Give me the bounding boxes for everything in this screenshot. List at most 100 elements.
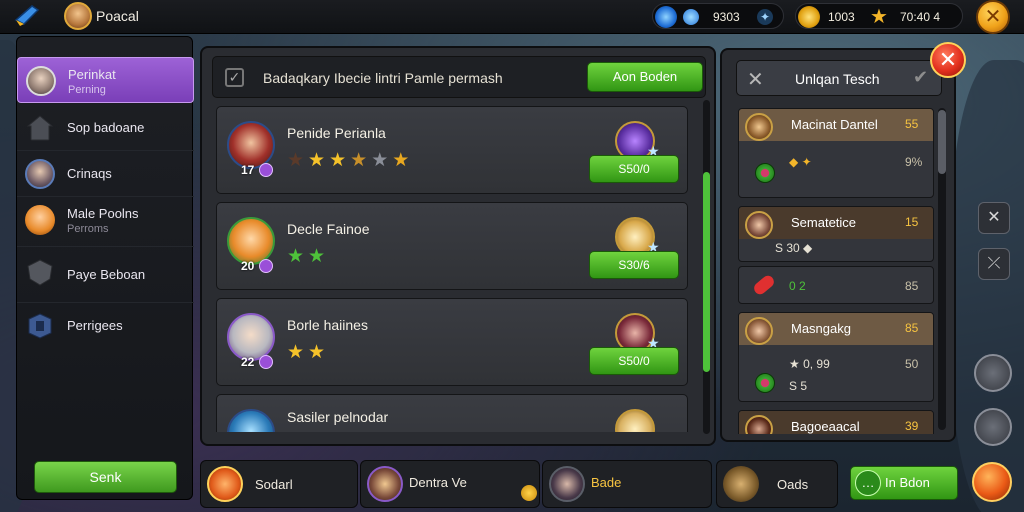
sidebar-item-sublabel: Perning (68, 84, 106, 96)
swap-tool-button[interactable]: ⤫ (978, 248, 1010, 280)
bottom-slot-label: Sodarl (255, 477, 293, 492)
hero-price-button[interactable]: S30/6 (589, 251, 679, 279)
select-all-checkbox[interactable]: ✓ (225, 68, 244, 87)
gold-counter[interactable]: 1003 ★ 70:40 4 (795, 3, 963, 29)
hero-helmet-icon[interactable] (974, 354, 1012, 392)
hero-price-button[interactable]: S50/0 (589, 155, 679, 183)
upgrade-detail: ◆ ✦ (789, 155, 812, 169)
hero-name: Borle haiines (287, 317, 368, 333)
energy-value: 70:40 4 (900, 10, 941, 24)
upgrade-card[interactable]: Sematetice 15 S 30 ◆ (738, 206, 934, 262)
upgrade-card[interactable]: Masngakg 85 ★ 0, 99 50 S 5 (738, 312, 934, 402)
star-energy-icon: ★ (870, 6, 888, 28)
check-icon[interactable]: ✔ (913, 67, 928, 88)
upgrade-number: 15 (905, 215, 919, 229)
hero-list-scrollbar[interactable] (703, 100, 710, 434)
hero-card[interactable]: 20 Decle Fainoe ★★ ★ S30/6 (216, 202, 688, 290)
upgrade-name: Masngakg (791, 321, 851, 336)
sidebar-item-male-poolns[interactable]: Male Poolns Perroms (17, 197, 194, 247)
sidebar-item-label: Perinkat (68, 67, 116, 82)
close-icon[interactable]: ✕ (976, 0, 1010, 34)
hero-card[interactable]: 22 Borle haiines ★★ ★ S50/0 (216, 298, 688, 386)
upgrade-number: 85 (905, 321, 919, 335)
close-panel-icon[interactable]: ✕ (930, 42, 966, 78)
upgrade-value: 85 (905, 279, 919, 293)
aon-boden-button[interactable]: Aon Boden (587, 62, 703, 92)
hero-portrait (227, 313, 275, 361)
upgrade-card[interactable]: Bagoeaacal 39 (738, 410, 934, 434)
shield-icon (27, 259, 53, 286)
bottom-slot-sodarl[interactable]: Sodarl (200, 460, 358, 508)
star-icon: ★ (392, 150, 414, 171)
chat-icon: … (855, 470, 881, 496)
star-icon: ★ (350, 150, 372, 171)
sidebar-item-paye-beboan[interactable]: Paye Beboan (17, 249, 194, 303)
upgrade-card[interactable]: Macinat Dantel 55 ◆ ✦ 9% (738, 108, 934, 198)
hero-price-button[interactable]: S50/0 (589, 347, 679, 375)
fox-hero-icon (25, 205, 55, 235)
hero-portrait (227, 409, 275, 432)
sidebar-item-sop-badoane[interactable]: Sop badoane (17, 105, 194, 151)
hero-portrait (227, 217, 275, 265)
upgrade-list: Macinat Dantel 55 ◆ ✦ 9% Sematetice 15 S… (738, 108, 938, 434)
red-potion-icon (751, 273, 777, 297)
panel-header: ✓ Badaqkary Ibecie lintri Pamle permash … (212, 56, 706, 98)
special-attack-icon[interactable] (972, 462, 1012, 502)
upgrade-value: 50 (905, 357, 919, 371)
hero-name: Penide Perianla (287, 125, 386, 141)
small-gem-icon (683, 9, 699, 25)
sidebar-item-label: Sop badoane (67, 120, 145, 135)
upgrade-list-scrollbar[interactable] (938, 108, 946, 430)
star-icon: ★ (308, 342, 330, 363)
gold-coin-icon (798, 6, 820, 28)
scrollbar-thumb[interactable] (703, 172, 710, 372)
bottom-slot-bade[interactable]: Bade (542, 460, 712, 508)
star-icon: ★ (287, 246, 309, 267)
in-bdon-button[interactable]: … In Bdon (850, 466, 958, 500)
add-gem-icon[interactable]: ✦ (757, 9, 773, 25)
sidebar-item-perrigees[interactable]: Perrigees (17, 303, 194, 349)
hero-card[interactable]: Sasiler pelnodar (216, 394, 688, 432)
sidebar-item-crinaqs[interactable]: Crinaqs (17, 151, 194, 197)
upgrade-card[interactable]: 0 2 85 (738, 266, 934, 304)
house-icon (26, 115, 54, 141)
upgrade-number: 55 (905, 117, 919, 131)
senk-button[interactable]: Senk (34, 461, 177, 493)
upgrade-detail-2: S 5 (789, 379, 808, 393)
cancel-tool-button[interactable]: ✕ (978, 202, 1010, 234)
bottom-slot-oads[interactable]: Oads (716, 460, 838, 508)
level-gem-icon (259, 259, 273, 273)
star-icon: ★ (287, 150, 309, 171)
bottom-slot-label: Dentra Ve (409, 475, 467, 490)
sidebar-item-label: Paye Beboan (67, 267, 146, 282)
bottom-slot-label: Oads (777, 477, 809, 492)
hero-portrait (745, 317, 773, 345)
hero-portrait-icon (549, 466, 585, 502)
upgrade-detail: ★ 0, 99 (789, 357, 830, 371)
sidebar-item-perinkat[interactable]: Perinkat Perning (17, 57, 194, 103)
armor-icon[interactable] (974, 408, 1012, 446)
hero-name: Sasiler pelnodar (287, 409, 389, 425)
hero-card[interactable]: 17 Penide Perianla ★★★★★★ ★ S50/0 (216, 106, 688, 194)
hero-level: 17 (241, 163, 255, 177)
player-avatar[interactable] (64, 2, 92, 30)
close-icon[interactable]: ✕ (747, 67, 764, 92)
hero-level: 22 (241, 355, 255, 369)
star-icon: ★ (287, 342, 309, 363)
upgrade-detail: 0 2 (789, 279, 806, 293)
scrollbar-thumb[interactable] (938, 110, 946, 174)
star-icon: ★ (308, 246, 330, 267)
upgrade-name: Bagoeaacal (791, 419, 860, 434)
gem-counter[interactable]: 9303 ✦ (652, 3, 784, 29)
panel-header-text: Badaqkary Ibecie lintri Pamle permash (263, 70, 503, 86)
bottom-slot-dentra[interactable]: Dentra Ve (360, 460, 540, 508)
upgrade-name: Macinat Dantel (791, 117, 878, 132)
hero-level: 20 (241, 259, 255, 273)
upgrade-name: Sematetice (791, 215, 857, 230)
bottom-slot-label: Bade (591, 475, 622, 490)
sword-logo-icon[interactable] (14, 4, 42, 28)
gem-value: 9303 (713, 10, 740, 24)
upgrade-value: 9% (905, 155, 923, 169)
hero-icon (615, 409, 655, 432)
hero-name: Decle Fainoe (287, 221, 370, 237)
